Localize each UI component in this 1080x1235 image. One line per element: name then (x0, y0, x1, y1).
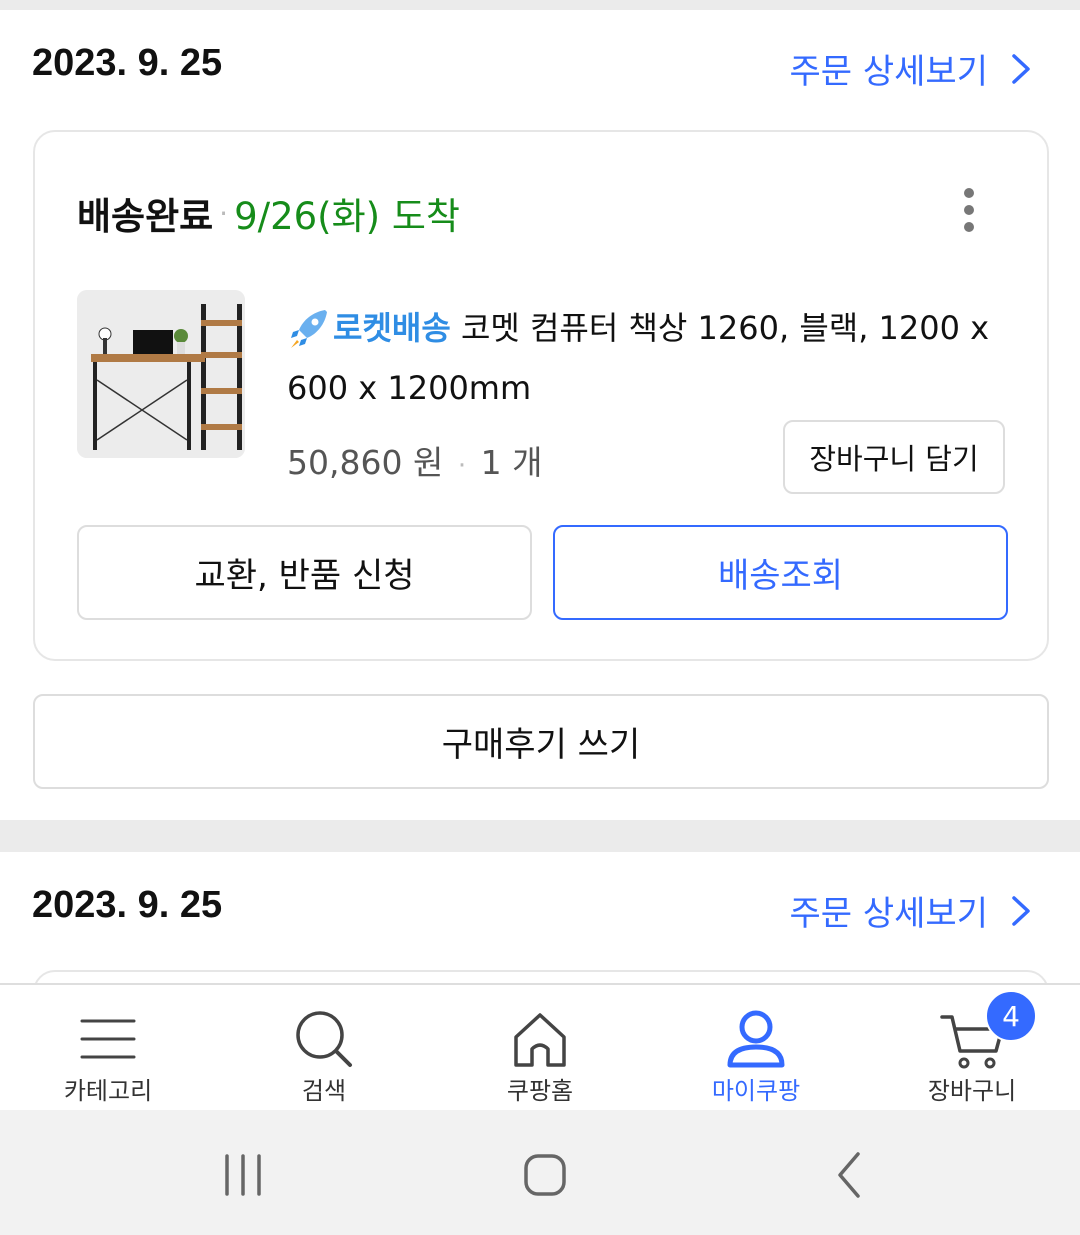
arrival-date: 9/26(화) 도착 (234, 195, 460, 238)
exchange-return-button[interactable]: 교환, 반품 신청 (77, 525, 532, 620)
rocket-delivery-label: 로켓배송 (333, 309, 451, 347)
nav-item-search[interactable]: 검색 (216, 985, 432, 1110)
nav-label: 검색 (301, 1077, 347, 1105)
price-separator: · (457, 451, 467, 481)
desk-image (77, 290, 245, 458)
order-date: 2023. 9. 25 (32, 884, 223, 926)
rocket-delivery-badge: 로켓배송 (287, 298, 451, 358)
screen: 2023. 9. 25 주문 상세보기 배송완료 · 9/26(화) 도착 로켓… (0, 0, 1080, 1235)
product-info: 로켓배송 코멧 컴퓨터 책상 1260, 블랙, 1200 x 600 x 12… (287, 298, 1007, 418)
nav-label: 카테고리 (63, 1077, 153, 1105)
user-icon (727, 1010, 785, 1068)
nav-item-my-coupang[interactable]: 마이쿠팡 (648, 985, 864, 1110)
add-to-cart-button[interactable]: 장바구니 담기 (783, 420, 1005, 494)
more-options-icon[interactable] (961, 188, 977, 232)
product-quantity: 1 개 (480, 443, 543, 482)
chevron-right-icon (1012, 53, 1030, 84)
order-detail-link[interactable]: 주문 상세보기 (790, 886, 1037, 935)
nav-item-cart[interactable]: 장바구니 (864, 985, 1080, 1110)
recent-apps-icon[interactable] (213, 1150, 273, 1200)
order-header: 2023. 9. 25 주문 상세보기 (0, 852, 1080, 970)
order-date: 2023. 9. 25 (32, 42, 223, 84)
product-title[interactable]: 로켓배송 코멧 컴퓨터 책상 1260, 블랙, 1200 x 600 x 12… (287, 298, 1007, 418)
search-icon (296, 1011, 352, 1067)
menu-icon (80, 1019, 136, 1059)
delivery-status: 배송완료 · 9/26(화) 도착 (77, 186, 460, 240)
write-review-button[interactable]: 구매후기 쓰기 (33, 694, 1049, 789)
price-quantity: 50,860 원 · 1 개 (287, 436, 542, 484)
order-group: 2023. 9. 25 주문 상세보기 배송완료 · 9/26(화) 도착 로켓… (0, 10, 1080, 820)
cart-count-badge: 4 (985, 990, 1037, 1042)
track-delivery-button[interactable]: 배송조회 (553, 525, 1008, 620)
home-icon (514, 1013, 566, 1067)
product-price: 50,860 원 (287, 443, 444, 482)
chevron-right-icon (1012, 895, 1030, 926)
order-detail-link[interactable]: 주문 상세보기 (790, 44, 1037, 93)
bottom-navigation: 카테고리 검색 쿠팡홈 마이쿠팡 장바구니 (0, 983, 1080, 1110)
order-detail-label: 주문 상세보기 (789, 52, 989, 92)
nav-label: 쿠팡홈 (506, 1077, 574, 1105)
product-thumbnail[interactable] (77, 290, 245, 458)
home-button-icon[interactable] (515, 1150, 575, 1200)
order-header: 2023. 9. 25 주문 상세보기 (0, 10, 1080, 128)
nav-item-home[interactable]: 쿠팡홈 (432, 985, 648, 1110)
delivery-status-text: 배송완료 (77, 195, 214, 238)
nav-label: 장바구니 (927, 1077, 1017, 1105)
nav-label: 마이쿠팡 (711, 1077, 801, 1105)
nav-item-category[interactable]: 카테고리 (0, 985, 216, 1110)
back-icon[interactable] (818, 1150, 878, 1200)
system-navigation-bar (0, 1110, 1080, 1235)
delivery-card: 배송완료 · 9/26(화) 도착 로켓배송 코멧 컴퓨터 책상 1260, 블… (33, 130, 1049, 661)
order-detail-label: 주문 상세보기 (789, 894, 989, 934)
rocket-icon (291, 310, 327, 348)
status-separator: · (219, 196, 229, 230)
